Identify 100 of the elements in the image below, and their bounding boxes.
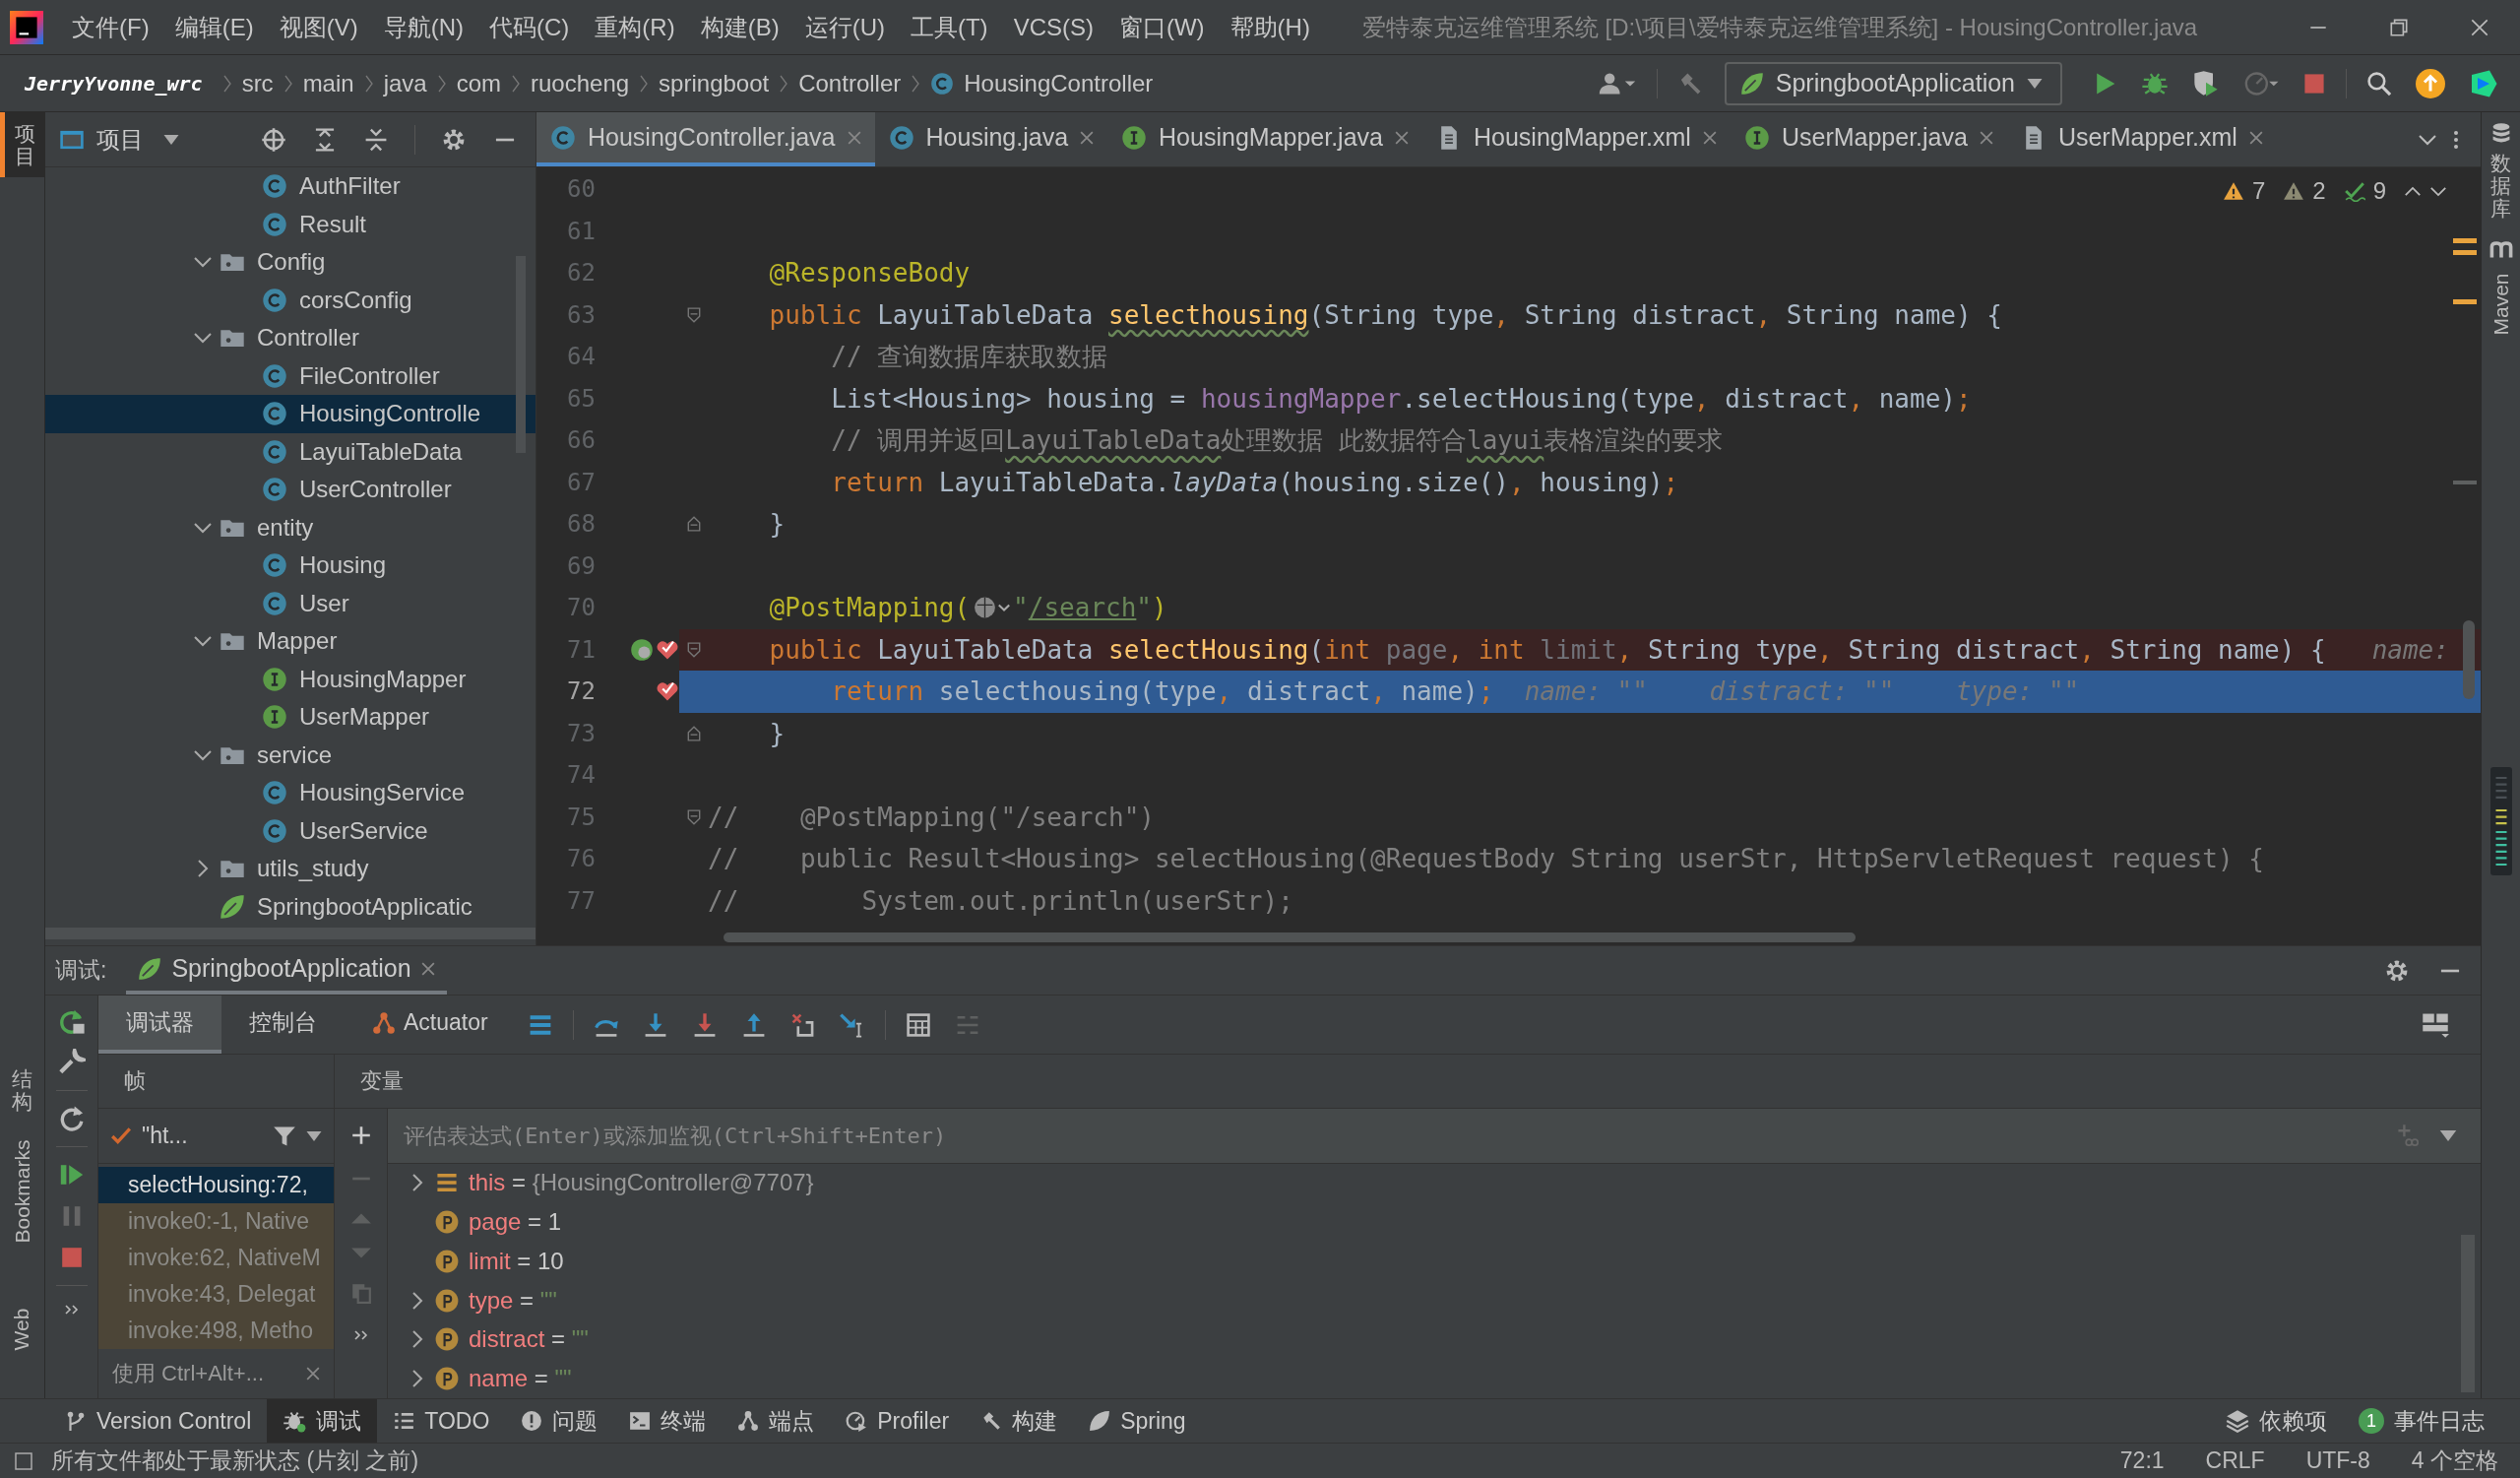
vertical-scrollbar[interactable] [516,256,526,453]
stop-icon[interactable] [2302,71,2326,96]
close-icon[interactable] [1080,130,1095,145]
tree-item[interactable]: utils_study [45,850,536,888]
chevron-right-icon[interactable] [411,1290,423,1311]
plus-icon[interactable] [349,1125,372,1146]
menu-item[interactable]: 重构(R) [582,11,688,43]
tree-item[interactable]: Housing [45,546,536,585]
inspection-count[interactable]: 9 [2372,177,2386,205]
tool-window-button[interactable]: Version Control [49,1399,268,1443]
locate-icon[interactable] [261,126,286,153]
variable-entry[interactable]: name = "" [469,1365,572,1393]
tree-item[interactable]: UserMapper [45,698,536,737]
tool-window-tab[interactable]: Bookmarks [0,1123,44,1260]
horizontal-scrollbar[interactable] [724,932,1856,942]
editor-tab[interactable]: Housing.java [874,112,1108,166]
menu-item[interactable]: 文件(F) [59,11,162,43]
chevron-down-icon[interactable] [192,332,213,345]
close-icon[interactable] [306,1367,320,1381]
menu-item[interactable]: VCS(S) [1000,13,1106,41]
menu-item[interactable]: 窗口(W) [1105,11,1218,43]
warning-icon[interactable] [2283,181,2305,201]
dropdown-caret-icon[interactable] [163,134,179,145]
close-icon[interactable] [1979,130,1993,145]
tree-item[interactable]: Result [45,205,536,243]
chevron-right-icon[interactable] [411,1329,423,1350]
warning-stripe-marker[interactable] [2453,238,2477,243]
warning-icon[interactable] [2222,181,2244,201]
editor-tab[interactable]: UserMapper.java [1730,112,2007,166]
tree-item[interactable]: HousingService [45,774,536,812]
fold-marker-icon[interactable] [685,641,702,658]
menu-item[interactable]: 工具(T) [897,11,1001,43]
tree-item[interactable]: corsConfig [45,281,536,319]
tree-item[interactable]: UserController [45,471,536,509]
toolbox-logo-icon[interactable] [2469,68,2498,98]
dropdown-caret-icon[interactable] [306,1130,322,1141]
vertical-scrollbar[interactable] [2463,620,2475,699]
debugger-tab[interactable]: 控制台 [221,996,345,1054]
editor-tab[interactable]: UserMapper.xml [2006,112,2277,166]
close-icon[interactable] [1395,130,1409,145]
chevron-down-icon[interactable] [192,521,213,534]
run-configuration-select[interactable]: SpringbootApplication [1724,61,2062,105]
status-item[interactable]: UTF-8 [2305,1447,2370,1474]
tool-window-button[interactable]: 终端 [613,1399,723,1443]
close-icon[interactable] [420,961,435,976]
panel-toggle-icon[interactable] [14,1450,33,1471]
breadcrumb[interactable]: Controller [798,69,902,97]
chevron-down-icon[interactable] [2429,185,2447,197]
tool-window-tab[interactable]: 数据库 [2490,152,2511,221]
tree-item[interactable]: User [45,584,536,622]
more-icon[interactable] [2453,128,2459,151]
close-icon[interactable] [2248,130,2263,145]
tree-item[interactable]: SpringbootApplicatic [45,887,536,926]
fold-marker-icon[interactable] [685,516,702,533]
tree-item[interactable]: Mapper [45,622,536,661]
chevron-down-icon[interactable] [192,635,213,648]
editor-tab[interactable]: HousingController.java [536,112,875,166]
chevron-down-icon[interactable] [192,256,213,269]
inspection-count[interactable]: 2 [2312,177,2326,205]
variable-entry[interactable]: page = 1 [469,1208,562,1237]
menu-item[interactable]: 构建(B) [687,11,792,43]
memory-meter-drawing[interactable] [2489,767,2512,876]
tree-item[interactable]: LayuiTableData [45,432,536,471]
menu-item[interactable]: 导航(N) [370,11,476,43]
calculator-icon[interactable] [905,1011,931,1038]
breadcrumb[interactable]: ruocheng [531,69,630,97]
warning-stripe-marker[interactable] [2453,299,2477,304]
debugger-tab[interactable]: Actuator [345,996,516,1054]
menu-item[interactable]: 代码(C) [476,11,583,43]
dropdown-caret-icon[interactable] [2439,1129,2457,1141]
chevron-down-icon[interactable] [192,748,213,761]
warning-stripe-marker[interactable] [2453,250,2477,255]
collapse-all-icon[interactable] [363,126,389,153]
update-icon[interactable] [2416,68,2445,98]
breadcrumb[interactable]: src [241,69,274,97]
status-item[interactable]: 4 个空格 [2411,1446,2498,1476]
tool-window-button[interactable]: 依赖项 [2210,1399,2343,1443]
breadcrumb[interactable]: java [383,69,427,97]
coverage-icon[interactable] [2192,69,2220,97]
breadcrumb[interactable]: com [456,69,502,97]
inspection-count[interactable]: 7 [2251,177,2266,205]
globe-icon[interactable] [630,637,654,662]
variable-entry[interactable]: type = "" [469,1286,557,1315]
tree-item[interactable]: service [45,736,536,774]
tool-window-tab[interactable]: Web [0,1260,44,1398]
drop-frame-icon[interactable] [789,1011,816,1038]
variable-entry[interactable]: distract = "" [469,1325,589,1354]
project-name[interactable]: JerryYvonne_wrc [25,71,203,96]
tree-item[interactable]: HousingMapper [45,660,536,698]
search-icon[interactable] [2366,70,2392,96]
thread-selector[interactable]: "ht... [142,1123,188,1149]
arches-icon[interactable] [2488,239,2513,260]
chevron-up-icon[interactable] [2404,185,2422,197]
status-item[interactable]: CRLF [2205,1447,2265,1474]
close-icon[interactable] [1702,130,1717,145]
fold-marker-icon[interactable] [685,306,702,323]
tree-item[interactable]: AuthFilter [45,167,536,206]
watch-input-field[interactable]: 评估表达式(Enter)或添加监视(Ctrl+Shift+Enter) [404,1119,2376,1152]
stack-frame[interactable]: selectHousing:72, [98,1167,334,1203]
tool-window-button[interactable]: 端点 [722,1399,831,1443]
